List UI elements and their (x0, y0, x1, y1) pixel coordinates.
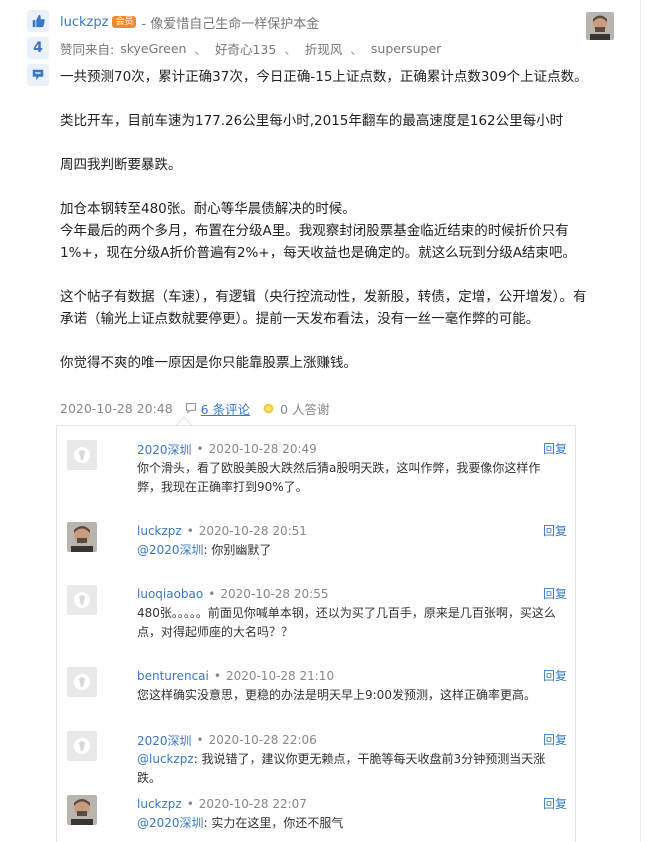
liker-link[interactable]: supersuper (371, 41, 441, 56)
comment-text: 你个滑头，看了欧股美股大跌然后猜a股明天跌，这叫作弊，我要像你这样作弊，我现在正… (137, 459, 557, 497)
comment-text: 您这样确实没意思，更稳的办法是明天早上9:00发预测，这样正确率更高。 (137, 686, 557, 705)
thumbs-up-icon[interactable] (27, 10, 49, 32)
comment-header: luckzpz • 2020-10-28 22:07 (137, 797, 307, 811)
post-paragraph: 这个帖子有数据（车速），有逻辑（央行控流动性，发新股，转债，定增，公开增发）。有… (60, 289, 587, 327)
comment-body: : 实力在这里，你还不服气 (203, 816, 344, 830)
comments-panel: 2020深圳 • 2020-10-28 20:49 回复 你个滑头，看了欧股美股… (56, 425, 576, 842)
liker-separator: 、 (284, 41, 297, 57)
liker-separator: 、 (350, 41, 363, 57)
page-divider (640, 0, 641, 842)
comment-mention[interactable]: @luckzpz (137, 752, 194, 766)
comment-user-link[interactable]: 2020深圳 (137, 441, 192, 458)
comment-header: benturencai • 2020-10-28 21:10 (137, 669, 335, 683)
comment-mention[interactable]: @2020深圳 (137, 543, 204, 557)
thanks-count: 0 人答谢 (280, 401, 330, 417)
post-paragraph: 类比开车，目前车速为177.26公里每小时,2015年翻车的最高速度是162公里… (60, 113, 564, 129)
comment-text: 480张。。。。。前面见你喊单本钢，还以为买了几百手，原来是几百张啊，买这么点，… (137, 604, 557, 642)
comment-body: : 我说错了，建议你更无赖点，干脆等每天收盘前3分钟预测当天涨跌。 (137, 752, 546, 785)
post-paragraph: 一共预测70次，累计正确37次，今日正确-15上证点数，正确累计点数309个上证… (60, 69, 588, 85)
comment-header: 2020深圳 • 2020-10-28 20:49 (137, 441, 317, 458)
post-body: 一共预测70次，累计正确37次，今日正确-15上证点数，正确累计点数309个上证… (60, 66, 590, 374)
default-avatar-icon[interactable] (67, 731, 97, 761)
reply-button[interactable]: 回复 (543, 731, 567, 748)
post-paragraph: 今年最后的两个多月，布置在分级A里。我观察封闭股票基金临近结束的时候折价只有1%… (60, 223, 576, 261)
likes-line: 赞同来自: skyeGreen 、 好奇心135 、 折现风 、 supersu… (60, 38, 441, 58)
post-paragraph: 周四我判断要暴跌。 (60, 157, 182, 173)
comment-user-link[interactable]: benturencai (137, 669, 209, 683)
comment-time: 2020-10-28 20:51 (198, 524, 307, 538)
comment-time: 2020-10-28 20:49 (208, 442, 317, 456)
comment-body: 你个滑头，看了欧股美股大跌然后猜a股明天跌，这叫作弊，我要像你这样作弊，我现在正… (137, 461, 541, 494)
comment-time: 2020-10-28 22:06 (208, 733, 317, 747)
thumbs-down-icon[interactable] (27, 64, 49, 86)
comment-body: : 你别幽默了 (203, 543, 272, 557)
user-avatar[interactable] (67, 795, 97, 825)
comment-user-link[interactable]: luoqiaobao (137, 587, 203, 601)
comment-user-link[interactable]: luckzpz (137, 797, 182, 811)
comment-time: 2020-10-28 21:10 (225, 669, 335, 683)
default-avatar-icon[interactable] (67, 667, 97, 697)
comment-icon (185, 402, 197, 414)
post-paragraph: 你觉得不爽的唯一原因是你只能靠股票上涨赚钱。 (60, 355, 357, 371)
comment-body: 480张。。。。。前面见你喊单本钢，还以为买了几百手，原来是几百张啊，买这么点，… (137, 606, 556, 639)
liker-link[interactable]: skyeGreen (120, 41, 186, 56)
vote-rail: 4 (27, 10, 49, 91)
author-avatar[interactable] (586, 12, 614, 40)
default-avatar-icon[interactable] (67, 440, 97, 470)
reply-button[interactable]: 回复 (543, 795, 567, 812)
author-signature: - 像爱惜自己生命一样保护本金 (141, 16, 320, 32)
comment-user-link[interactable]: luckzpz (137, 524, 182, 538)
likes-prefix: 赞同来自: (60, 41, 115, 57)
comment-time: 2020-10-28 22:07 (198, 797, 307, 811)
comment-mention[interactable]: @2020深圳 (137, 816, 204, 830)
post-timestamp: 2020-10-28 20:48 (60, 400, 173, 416)
thanks-icon[interactable] (262, 402, 275, 415)
reply-button[interactable]: 回复 (543, 440, 567, 457)
post-meta: 2020-10-28 20:48 6 条评论 0 人答谢 (60, 398, 330, 418)
user-avatar[interactable] (67, 522, 97, 552)
comment-text: @luckzpz: 我说错了，建议你更无赖点，干脆等每天收盘前3分钟预测当天涨跌… (137, 750, 557, 788)
post-paragraph: 加仓本钢转至480张。耐心等华晨债解决的时候。 (60, 201, 356, 217)
liker-link[interactable]: 折现风 (305, 39, 343, 58)
comment-user-link[interactable]: 2020深圳 (137, 732, 192, 749)
like-count: 4 (27, 37, 49, 59)
comment-header: luckzpz • 2020-10-28 20:51 (137, 524, 307, 538)
comment-text: @2020深圳: 实力在这里，你还不服气 (137, 814, 557, 833)
comment-body: 您这样确实没意思，更稳的办法是明天早上9:00发预测，这样正确率更高。 (137, 688, 536, 702)
author-name-link[interactable]: luckzpz (60, 15, 108, 30)
reply-button[interactable]: 回复 (543, 585, 567, 602)
comment-time: 2020-10-28 20:55 (220, 587, 329, 601)
comments-toggle-link[interactable]: 6 条评论 (201, 399, 250, 418)
reply-button[interactable]: 回复 (543, 522, 567, 539)
comment-text: @2020深圳: 你别幽默了 (137, 541, 557, 560)
member-badge: 会员 (112, 16, 137, 28)
liker-separator: 、 (194, 41, 207, 57)
author-line: luckzpz 会员 - 像爱惜自己生命一样保护本金 (60, 12, 319, 32)
reply-button[interactable]: 回复 (543, 667, 567, 684)
default-avatar-icon[interactable] (67, 585, 97, 615)
comment-header: 2020深圳 • 2020-10-28 22:06 (137, 732, 317, 749)
liker-link[interactable]: 好奇心135 (215, 39, 276, 58)
comment-header: luoqiaobao • 2020-10-28 20:55 (137, 587, 329, 601)
